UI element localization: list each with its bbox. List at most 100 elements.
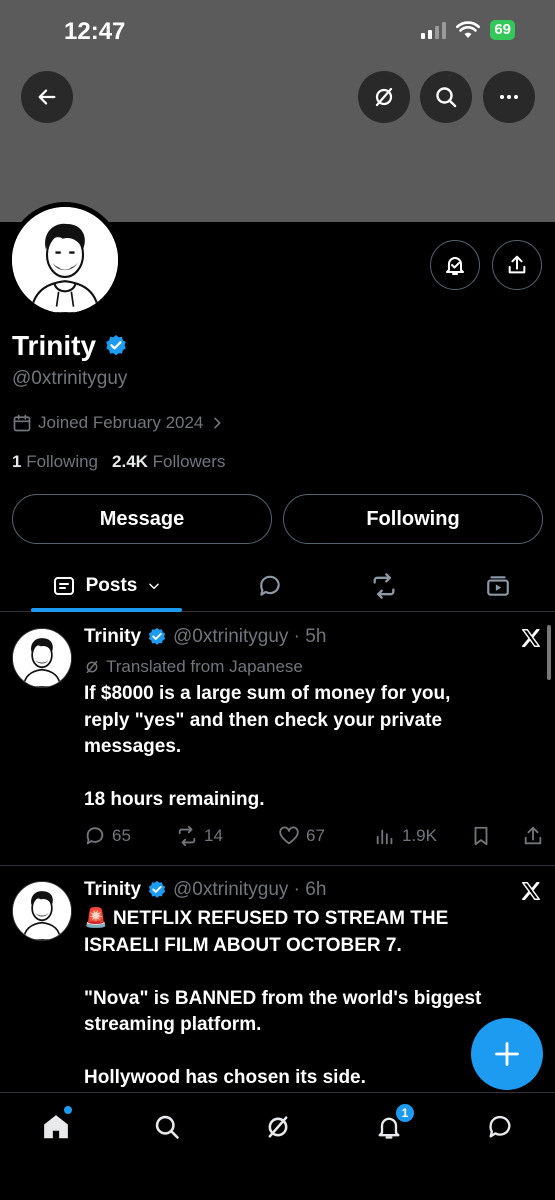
battery-indicator: 69 [490, 20, 515, 40]
verified-badge-icon [148, 627, 166, 645]
chat-icon [489, 1115, 511, 1138]
tab-posts[interactable]: Posts [31, 560, 182, 612]
avatar-illustration [13, 882, 71, 940]
media-icon [487, 576, 509, 596]
post-actions: 65 14 67 1.9K [84, 825, 544, 849]
post-body: If $8000 is a large sum of money for you… [84, 681, 534, 814]
calendar-icon [13, 414, 31, 432]
post-line: ISRAELI FILM ABOUT OCTOBER 7. [84, 934, 402, 956]
grok-button[interactable] [358, 71, 410, 123]
followers-count: 2.4K [112, 452, 148, 471]
post-line: Hollywood has chosen its side. [84, 1067, 366, 1088]
post-header: Trinity @0xtrinityguy · 5h [84, 626, 326, 648]
nav-messages[interactable] [482, 1109, 518, 1145]
post-author-name[interactable]: Trinity [84, 626, 141, 648]
home-unread-dot [64, 1106, 72, 1114]
post-line: If $8000 is a large sum of money for you… [84, 683, 451, 704]
post-avatar[interactable] [12, 628, 72, 688]
notifications-subscribe-button[interactable] [430, 240, 480, 290]
views-count: 1.9K [402, 826, 437, 845]
views-button[interactable]: 1.9K [374, 825, 437, 847]
grok-icon [268, 1116, 288, 1138]
post-author-name[interactable]: Trinity [84, 879, 141, 901]
reply-icon [260, 575, 280, 596]
share-icon [524, 826, 542, 845]
notifications-badge: 1 [395, 1103, 415, 1123]
following-link[interactable]: 1 Following [12, 452, 98, 472]
x-logo-icon [522, 629, 540, 647]
plus-icon [495, 1042, 519, 1066]
search-icon [436, 87, 457, 108]
following-label: Following [26, 452, 99, 471]
followers-label: Followers [152, 452, 226, 471]
posts-icon [53, 577, 74, 595]
post-avatar[interactable] [12, 881, 72, 941]
avatar-illustration [13, 629, 71, 687]
views-icon [376, 829, 393, 845]
profile-avatar[interactable] [7, 202, 123, 318]
follow-stats: 1 Following 2.4K Followers [12, 452, 225, 472]
repost-button[interactable]: 14 [176, 825, 223, 847]
tab-media[interactable] [478, 560, 518, 612]
bookmark-button[interactable] [470, 825, 492, 847]
share-profile-button[interactable] [492, 240, 542, 290]
grok-icon [86, 660, 98, 674]
post-line-blank [84, 1039, 534, 1066]
x-logo-icon [522, 882, 540, 900]
search-button[interactable] [420, 71, 472, 123]
post-line: 18 hours remaining. [84, 789, 265, 810]
followers-link[interactable]: 2.4K Followers [112, 452, 225, 472]
nav-home[interactable] [38, 1106, 74, 1145]
nav-grok[interactable] [260, 1109, 296, 1145]
arrow-left-icon [38, 89, 56, 105]
more-icon [500, 95, 518, 99]
repost-count: 14 [204, 826, 223, 845]
profile-name-row: Trinity [12, 330, 128, 362]
back-button[interactable] [21, 71, 73, 123]
verified-badge-icon[interactable] [104, 334, 128, 358]
verified-badge-icon [148, 880, 166, 898]
avatar-illustration [12, 207, 118, 313]
home-icon [44, 1115, 68, 1139]
search-icon [155, 1115, 179, 1139]
reply-count: 65 [112, 826, 131, 845]
active-tab-indicator [31, 608, 182, 612]
siren-emoji: 🚨 [84, 908, 108, 929]
repost-icon [178, 825, 196, 847]
compose-post-button[interactable] [471, 1018, 543, 1090]
profile-tabs: Posts [0, 560, 555, 612]
post-line: 🚨 NETFLIX REFUSED TO STREAM THE [84, 906, 534, 933]
post-line-blank [84, 959, 534, 986]
post-line-blank [84, 761, 534, 788]
bell-plus-icon [446, 257, 464, 275]
tab-reposts[interactable] [364, 560, 404, 612]
scrollbar[interactable] [547, 625, 551, 680]
bottom-navigation: 1 [0, 1092, 555, 1200]
like-count: 67 [306, 826, 325, 845]
post-body: 🚨 NETFLIX REFUSED TO STREAM THE ISRAELI … [84, 906, 534, 1092]
status-icons: 69 [421, 20, 515, 40]
share-post-button[interactable] [522, 825, 544, 847]
share-icon [508, 255, 526, 274]
profile-name: Trinity [12, 330, 97, 361]
repost-icon [373, 573, 395, 599]
reply-icon [86, 827, 104, 845]
bookmark-icon [474, 826, 488, 846]
more-options-button[interactable] [483, 71, 535, 123]
like-button[interactable]: 67 [278, 825, 325, 847]
nav-notifications[interactable]: 1 [371, 1103, 415, 1145]
post-line: "Nova" is BANNED from the world's bigges… [84, 987, 482, 1009]
following-button[interactable]: Following [283, 494, 543, 544]
tab-replies[interactable] [250, 560, 290, 612]
message-button[interactable]: Message [12, 494, 272, 544]
heart-icon [279, 826, 299, 845]
joined-date[interactable]: Joined February 2024 [12, 413, 225, 433]
post-line: streaming platform. [84, 1014, 262, 1035]
nav-search[interactable] [149, 1109, 185, 1145]
post-meta: @0xtrinityguy · 6h [173, 879, 327, 900]
wifi-icon [456, 21, 481, 38]
reply-button[interactable]: 65 [84, 825, 131, 847]
post-header: Trinity @0xtrinityguy · 6h [84, 879, 326, 901]
post-line-text: NETFLIX REFUSED TO STREAM THE [112, 908, 449, 929]
translated-notice[interactable]: Translated from Japanese [84, 657, 303, 677]
